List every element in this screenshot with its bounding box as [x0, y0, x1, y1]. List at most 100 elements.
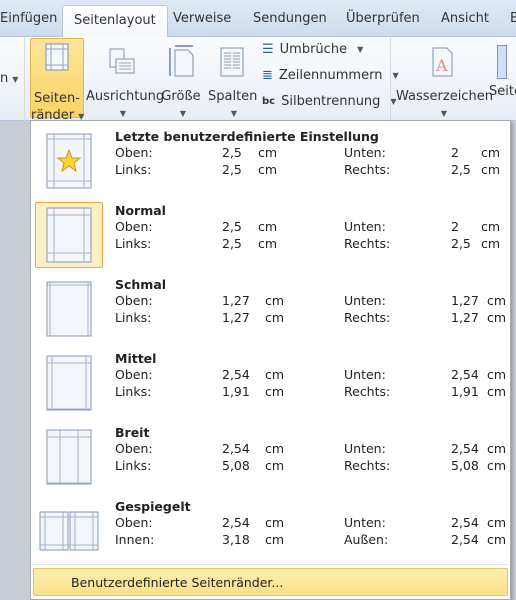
unit-label: cm	[265, 310, 285, 325]
margin-preset-normal[interactable]: Normal Oben: 2,5 cm Unten: 2 cm Links: 2…	[31, 198, 510, 272]
wasserzeichen-label: Wasserzeichen	[396, 89, 493, 104]
margin-label: Unten:	[344, 367, 386, 382]
seitenfarbe-button[interactable]: Seite	[489, 45, 516, 100]
margin-value: 2,54	[222, 367, 250, 382]
margin-label: Links:	[115, 384, 152, 399]
margin-label: Oben:	[115, 219, 153, 234]
unit-label: cm	[487, 458, 507, 473]
margin-value: 2,5	[451, 162, 471, 177]
groesse-button[interactable]: Größe ▼	[160, 45, 202, 122]
margin-value: 2,5	[222, 162, 242, 177]
margin-value: 2,54	[451, 441, 479, 456]
unit-label: cm	[265, 367, 285, 382]
margin-value: 2	[451, 145, 459, 160]
margin-label: Oben:	[115, 367, 153, 382]
margin-value: 1,27	[222, 310, 250, 325]
margin-preset-moderate[interactable]: Mittel Oben: 2,54 cm Unten: 2,54 cm Link…	[31, 346, 510, 420]
preset-title: Breit	[115, 425, 150, 440]
silbentrennung-label: Silbentrennung	[281, 94, 381, 109]
zeilennummern-button[interactable]: ≣ Zeilennummern ▼	[262, 68, 399, 83]
spalten-button[interactable]: Spalten ▼	[208, 45, 257, 122]
unit-label: cm	[487, 532, 507, 547]
preset-title: Letzte benutzerdefinierte Einstellung	[115, 129, 379, 144]
ribbon-tabs: Einfügen Seitenlayout Verweise Sendungen…	[0, 0, 516, 38]
margin-values-row: Links: 2,5 cm Rechts: 2,5 cm	[115, 236, 510, 253]
margin-values-row: Oben: 2,54 cm Unten: 2,54 cm	[115, 367, 510, 384]
margin-label: Rechts:	[344, 162, 391, 177]
custom-margins-button[interactable]: Benutzerdefinierte Seitenränder...	[33, 568, 508, 596]
margin-value: 2,54	[222, 441, 250, 456]
unit-label: cm	[481, 162, 501, 177]
margin-label: Links:	[115, 236, 152, 251]
tab-ansicht[interactable]: Ansicht	[441, 11, 489, 26]
margin-value: 1,91	[222, 384, 250, 399]
unit-label: cm	[481, 145, 501, 160]
margin-label: Innen:	[115, 532, 155, 547]
margin-values-row: Oben: 2,54 cm Unten: 2,54 cm	[115, 441, 510, 458]
margin-values-row: Links: 1,27 cm Rechts: 1,27 cm	[115, 310, 510, 327]
unit-label: cm	[258, 162, 278, 177]
page-color-icon	[497, 45, 507, 79]
cut-off-button[interactable]: n ▼	[0, 70, 18, 88]
margin-label: Unten:	[344, 441, 386, 456]
hyphenation-icon: bc	[262, 96, 276, 107]
unit-label: cm	[481, 219, 501, 234]
margin-preset-last-custom[interactable]: Letzte benutzerdefinierte Einstellung Ob…	[31, 124, 510, 198]
margin-values-row: Links: 2,5 cm Rechts: 2,5 cm	[115, 162, 510, 179]
umbrueche-button[interactable]: ☰ Umbrüche ▼	[262, 42, 363, 57]
margin-label: Oben:	[115, 515, 153, 530]
tab-ueberpruefen[interactable]: Überprüfen	[346, 11, 420, 26]
normal-margins-icon	[35, 202, 103, 268]
margin-value: 1,27	[451, 310, 479, 325]
margin-preset-wide[interactable]: Breit Oben: 2,54 cm Unten: 2,54 cm Links…	[31, 420, 510, 494]
margins-dropdown: Letzte benutzerdefinierte Einstellung Ob…	[30, 120, 511, 600]
unit-label: cm	[265, 441, 285, 456]
unit-label: cm	[265, 515, 285, 530]
margin-label: Links:	[115, 162, 152, 177]
margin-preset-narrow[interactable]: Schmal Oben: 1,27 cm Unten: 1,27 cm Link…	[31, 272, 510, 346]
unit-label: cm	[265, 384, 285, 399]
tab-verweise[interactable]: Verweise	[173, 11, 231, 26]
unit-label: cm	[258, 236, 278, 251]
margin-label: Oben:	[115, 293, 153, 308]
last-custom-margins-icon	[35, 128, 103, 194]
breaks-icon: ☰	[262, 42, 274, 57]
margin-label: Links:	[115, 310, 152, 325]
margin-value: 2,5	[222, 145, 242, 160]
margin-label: Unten:	[344, 219, 386, 234]
margin-label: Rechts:	[344, 458, 391, 473]
margin-value: 1,91	[451, 384, 479, 399]
ausrichtung-button[interactable]: Ausrichtung ▼	[86, 45, 164, 122]
margin-values-row: Oben: 2,54 cm Unten: 2,54 cm	[115, 515, 510, 532]
tab-sendungen[interactable]: Sendungen	[253, 11, 327, 26]
margin-values-row: Innen: 3,18 cm Außen: 2,54 cm	[115, 532, 510, 549]
margin-value: 2	[451, 219, 459, 234]
margin-values-row: Oben: 1,27 cm Unten: 1,27 cm	[115, 293, 510, 310]
margin-label: Unten:	[344, 145, 386, 160]
preset-title: Schmal	[115, 277, 167, 292]
silbentrennung-button[interactable]: bc Silbentrennung ▼	[262, 94, 397, 109]
seitenraender-button[interactable]: Seiten- ränder ▼	[30, 38, 84, 123]
tab-seitenlayout[interactable]: Seitenlayout	[62, 5, 168, 38]
tab-einfuegen[interactable]: Einfügen	[0, 11, 57, 26]
margin-label: Außen:	[344, 532, 389, 547]
ribbon: n ▼ Seiten- ränder ▼ Ausrichtung ▼ Größe ▼ S…	[0, 37, 516, 123]
margin-label: Rechts:	[344, 310, 391, 325]
unit-label: cm	[487, 367, 507, 382]
margin-preset-mirrored[interactable]: Gespiegelt Oben: 2,54 cm Unten: 2,54 cm …	[31, 494, 510, 568]
unit-label: cm	[487, 384, 507, 399]
orientation-icon	[109, 48, 135, 74]
line-numbers-icon: ≣	[262, 68, 273, 83]
margin-label: Links:	[115, 458, 152, 473]
seite-label: Seite	[489, 84, 516, 99]
margin-value: 2,5	[222, 236, 242, 251]
margin-label: Rechts:	[344, 384, 391, 399]
margin-values-row: Oben: 2,5 cm Unten: 2 cm	[115, 219, 510, 236]
wide-margins-icon	[35, 424, 103, 490]
margin-value: 1,27	[451, 293, 479, 308]
umbrueche-label: Umbrüche	[279, 42, 348, 57]
unit-label: cm	[487, 310, 507, 325]
tab-entwickler[interactable]: E	[510, 11, 516, 26]
unit-label: cm	[487, 515, 507, 530]
wasserzeichen-button[interactable]: A Wasserzeichen ▼	[396, 45, 493, 122]
